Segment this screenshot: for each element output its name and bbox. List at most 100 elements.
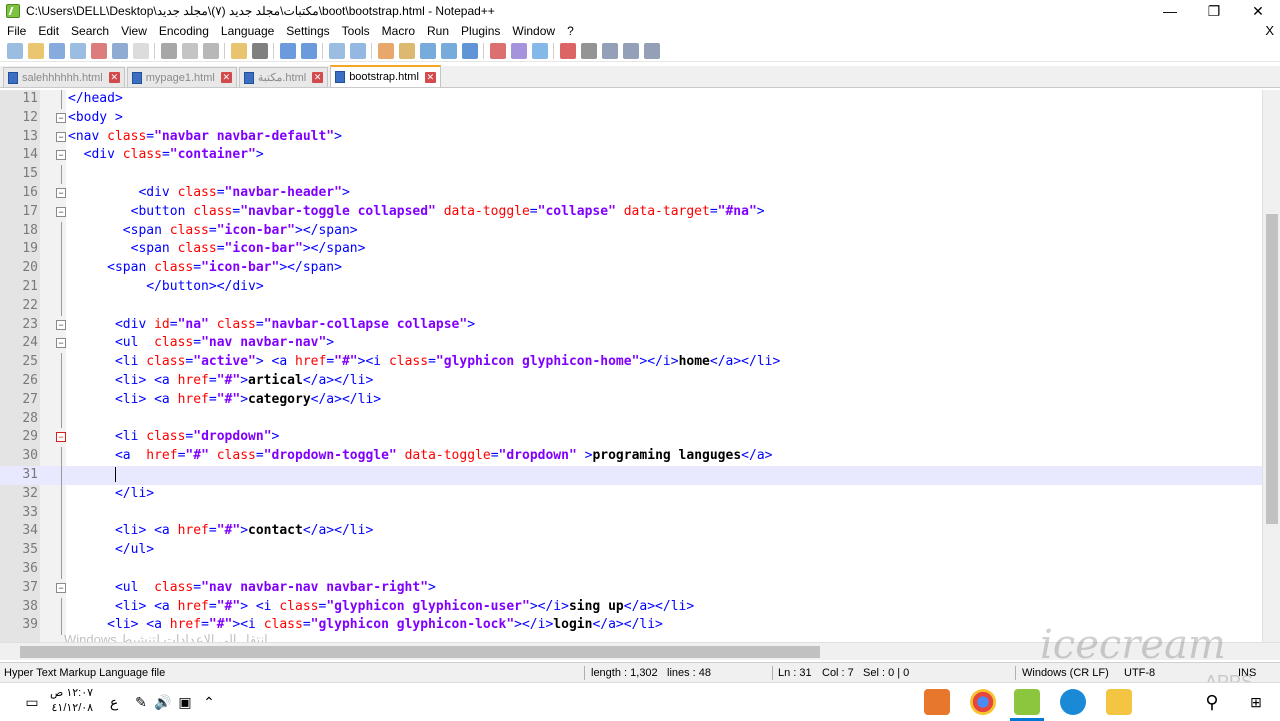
menu-window[interactable]: Window [505, 24, 560, 38]
tab-close-icon[interactable]: ✕ [424, 71, 436, 83]
code-line[interactable]: 32 </li> [0, 484, 1262, 504]
save-macro-icon[interactable] [643, 42, 660, 59]
code-line[interactable]: 35 </ul> [0, 541, 1262, 560]
notepad-plus-plus-taskbar-icon[interactable] [1010, 689, 1044, 721]
tab-2[interactable]: مكتبة.html ✕ [238, 67, 329, 87]
open-file-icon[interactable] [27, 42, 44, 59]
menu-run[interactable]: Run [420, 24, 454, 38]
record-macro-icon[interactable] [559, 42, 576, 59]
file-explorer-icon[interactable] [1106, 689, 1132, 715]
menu-encoding[interactable]: Encoding [152, 24, 214, 38]
undo-icon[interactable] [230, 42, 247, 59]
taskbar-app-icon[interactable] [924, 689, 950, 715]
menu-tools[interactable]: Tools [335, 24, 375, 38]
edge-icon[interactable] [1060, 689, 1086, 715]
new-file-icon[interactable] [6, 42, 23, 59]
code-line[interactable]: 28 [0, 409, 1262, 429]
code-line[interactable]: 12 − <body > [0, 109, 1262, 128]
fold-toggle-icon[interactable]: − [56, 131, 66, 142]
code-line[interactable]: 13 − <nav class="navbar navbar-default"> [0, 128, 1262, 147]
stop-macro-icon[interactable] [580, 42, 597, 59]
tray-clock[interactable]: ١٢:٠٧ ص ٤١/١٢/٠٨ [50, 686, 93, 716]
code-line[interactable]: 17 − <button class = "navbar-toggle collaps… [0, 203, 1262, 222]
code-line[interactable]: 30 <a href="#" class="dropdown-toggle" d… [0, 447, 1262, 466]
code-line[interactable]: 16 − <div class="navbar-header"> [0, 184, 1262, 203]
tab-0[interactable]: salehhhhhh.html ✕ [3, 67, 125, 87]
play-macro-icon[interactable] [601, 42, 618, 59]
close-button[interactable]: ✕ [1236, 0, 1280, 22]
tab-close-icon[interactable]: ✕ [220, 72, 232, 83]
code-line[interactable]: 25 <li class="active"> <a href="#"><i cl… [0, 353, 1262, 372]
save-icon[interactable] [48, 42, 65, 59]
function-list-icon[interactable] [531, 42, 548, 59]
redo-icon[interactable] [251, 42, 268, 59]
copy-icon[interactable] [181, 42, 198, 59]
paste-icon[interactable] [202, 42, 219, 59]
network-icon[interactable]: ▣ [176, 683, 194, 721]
code-line[interactable]: 15 [0, 165, 1262, 184]
menu-settings[interactable]: Settings [279, 24, 334, 38]
editor[interactable]: 11 </head> 12− <body >13− <nav class="navbar… [0, 90, 1280, 642]
input-language[interactable]: ع [106, 683, 122, 721]
fold-toggle-icon[interactable]: − [56, 338, 66, 349]
menu-file[interactable]: File [0, 24, 31, 38]
code-line[interactable]: 11 </head> [0, 90, 1262, 109]
document-close-button[interactable]: X [1265, 23, 1274, 38]
tab-3[interactable]: bootstrap.html ✕ [330, 65, 441, 87]
code-line[interactable]: 18 <span class="icon-bar"></span> [0, 221, 1262, 241]
code-line[interactable]: 27 <li> <a href="#">category</a></li> [0, 390, 1262, 410]
code-line[interactable]: 34 <li> <a href="#">contact</a></li> [0, 522, 1262, 542]
menu-language[interactable]: Language [214, 24, 279, 38]
zoom-in-icon[interactable] [328, 42, 345, 59]
fold-toggle-icon[interactable]: − [56, 582, 66, 593]
code-line[interactable]: 33 [0, 503, 1262, 523]
indent-guide-icon[interactable] [461, 42, 478, 59]
user-language-icon[interactable] [489, 42, 506, 59]
vertical-scroll-thumb[interactable] [1266, 214, 1278, 524]
code-line[interactable]: 37 − <ul class="nav navbar-nav navbar-rig… [0, 579, 1262, 598]
menu-search[interactable]: Search [64, 24, 114, 38]
code-line[interactable]: 20 <span class="icon-bar"></span> [0, 259, 1262, 278]
run-macro-multiple-icon[interactable] [622, 42, 639, 59]
code-line[interactable]: 23− <div id="na" class="navbar-collapse … [0, 316, 1262, 335]
tab-1[interactable]: mypage1.html ✕ [126, 67, 237, 87]
close-icon[interactable] [90, 42, 107, 59]
fold-toggle-icon[interactable]: − [56, 432, 66, 443]
fold-toggle-icon[interactable]: − [56, 187, 66, 198]
print-icon[interactable] [132, 42, 149, 59]
code-line[interactable]: 31 [0, 465, 1262, 485]
fold-toggle-icon[interactable]: − [56, 150, 66, 161]
code-line[interactable]: 38 <li> <a href="#"> <i class="glyphicon… [0, 597, 1262, 617]
word-wrap-icon[interactable] [419, 42, 436, 59]
pen-icon[interactable]: ✎ [132, 683, 150, 721]
code-line[interactable]: 24 − <ul class="nav navbar-nav"> [0, 334, 1262, 353]
tray-chevron-up-icon[interactable]: ⌃ [200, 683, 218, 721]
fold-toggle-icon[interactable]: − [56, 206, 66, 217]
sync-vertical-icon[interactable] [377, 42, 394, 59]
menu-help[interactable]: ? [560, 24, 579, 38]
menu-plugins[interactable]: Plugins [454, 24, 505, 38]
close-all-icon[interactable] [111, 42, 128, 59]
cut-icon[interactable] [160, 42, 177, 59]
replace-icon[interactable] [300, 42, 317, 59]
zoom-out-icon[interactable] [349, 42, 366, 59]
start-icon[interactable]: ⊞ [1244, 683, 1268, 721]
menu-edit[interactable]: Edit [31, 24, 64, 38]
tab-close-icon[interactable]: ✕ [312, 72, 324, 83]
code-line[interactable]: 14 − <div class="container"> [0, 146, 1262, 165]
tab-close-icon[interactable]: ✕ [108, 72, 120, 83]
find-icon[interactable] [279, 42, 296, 59]
fold-toggle-icon[interactable]: − [56, 112, 66, 123]
fold-toggle-icon[interactable]: − [56, 319, 66, 330]
sync-horizontal-icon[interactable] [398, 42, 415, 59]
code-line[interactable]: 29 − <li class="dropdown"> [0, 428, 1262, 447]
show-all-chars-icon[interactable] [440, 42, 457, 59]
code-line[interactable]: 26 <li> <a href="#">artical</a></li> [0, 371, 1262, 391]
doc-map-icon[interactable] [510, 42, 527, 59]
volume-icon[interactable]: 🔊 [154, 683, 172, 721]
code-line[interactable]: 36 [0, 559, 1262, 579]
save-all-icon[interactable] [69, 42, 86, 59]
chrome-icon[interactable] [970, 689, 996, 715]
code-line[interactable]: 22 [0, 296, 1262, 316]
search-icon[interactable]: ⚲ [1200, 683, 1224, 721]
